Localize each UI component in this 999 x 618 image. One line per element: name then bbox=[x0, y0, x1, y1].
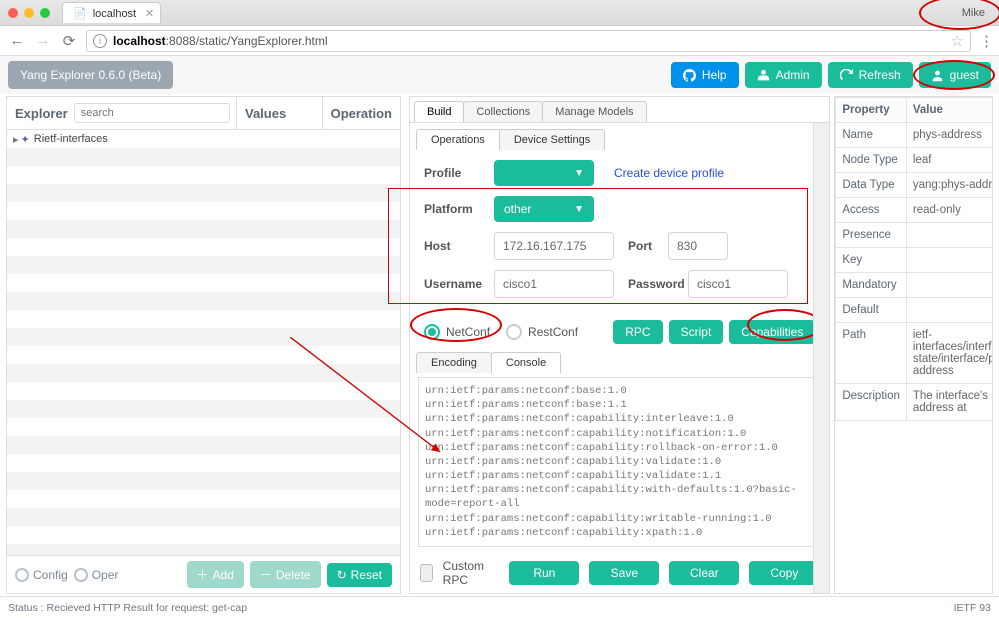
oper-radio[interactable]: Oper bbox=[74, 568, 119, 582]
window-controls[interactable] bbox=[8, 8, 50, 18]
add-button[interactable]: ＋Add bbox=[187, 561, 244, 588]
annotation-circle-guest-overlay bbox=[913, 60, 995, 90]
refresh-button[interactable]: Refresh bbox=[828, 62, 913, 88]
subtab-device-settings[interactable]: Device Settings bbox=[499, 129, 605, 150]
restconf-radio[interactable]: RestConf bbox=[506, 324, 578, 340]
minus-icon: － bbox=[260, 566, 272, 583]
site-info-icon[interactable]: i bbox=[93, 34, 107, 48]
save-button[interactable]: Save bbox=[589, 561, 659, 585]
tree-node-label: Rietf-interfaces bbox=[34, 133, 108, 145]
admin-button[interactable]: Admin bbox=[745, 62, 822, 88]
page-icon: 📄 bbox=[73, 7, 87, 20]
chrome-menu-icon[interactable]: ⋮ bbox=[979, 32, 991, 50]
explorer-heading: Explorer bbox=[15, 106, 68, 121]
clear-button[interactable]: Clear bbox=[669, 561, 739, 585]
module-icon: ✦ bbox=[21, 133, 30, 146]
console-output[interactable]: urn:ietf:params:netconf:base:1.0 urn:iet… bbox=[418, 377, 821, 547]
refresh-icon bbox=[840, 69, 853, 82]
table-row: Namephys-address bbox=[836, 123, 993, 148]
browser-tab[interactable]: 📄 localhost ✕ bbox=[62, 2, 161, 23]
annotation-circle-capabilities bbox=[747, 309, 823, 341]
close-tab-icon[interactable]: ✕ bbox=[145, 7, 154, 20]
url-path: :8088/static/YangExplorer.html bbox=[166, 34, 328, 48]
table-row: Accessread-only bbox=[836, 198, 993, 223]
console-tab[interactable]: Console bbox=[491, 352, 561, 373]
rpc-button[interactable]: RPC bbox=[613, 320, 662, 344]
create-profile-link[interactable]: Create device profile bbox=[614, 166, 724, 180]
delete-button[interactable]: －Delete bbox=[250, 561, 321, 588]
subtab-operations[interactable]: Operations bbox=[416, 129, 500, 150]
oper-label: Oper bbox=[92, 568, 119, 582]
run-button[interactable]: Run bbox=[509, 561, 579, 585]
custom-rpc-checkbox[interactable] bbox=[420, 564, 433, 582]
search-input[interactable] bbox=[74, 103, 230, 123]
help-label: Help bbox=[702, 68, 727, 82]
tab-manage-models[interactable]: Manage Models bbox=[542, 101, 646, 122]
url-host: localhost bbox=[113, 34, 166, 48]
tab-build[interactable]: Build bbox=[414, 101, 464, 122]
explorer-panel: Explorer Values Operation ▸ ✦ Rietf-inte… bbox=[6, 96, 401, 594]
table-row: Presence bbox=[836, 223, 993, 248]
caret-down-icon: ▼ bbox=[574, 168, 584, 179]
annotation-circle-netconf bbox=[410, 308, 502, 342]
github-icon bbox=[683, 69, 696, 82]
property-header: Property bbox=[836, 98, 907, 123]
forward-icon: → bbox=[34, 32, 52, 49]
table-row: Mandatory bbox=[836, 273, 993, 298]
app-title-badge: Yang Explorer 0.6.0 (Beta) bbox=[8, 61, 173, 89]
address-bar[interactable]: i localhost:8088/static/YangExplorer.htm… bbox=[86, 30, 971, 52]
build-panel: Build Collections Manage Models Operatio… bbox=[409, 96, 830, 594]
value-header: Value bbox=[906, 98, 993, 123]
profile-label: Profile bbox=[424, 166, 494, 180]
table-row: Data Typeyang:phys-address bbox=[836, 173, 993, 198]
config-label: Config bbox=[33, 568, 68, 582]
copy-button[interactable]: Copy bbox=[749, 561, 819, 585]
reset-icon: ↻ bbox=[337, 568, 347, 582]
maximize-window-icon[interactable] bbox=[40, 8, 50, 18]
status-text: Status : Recieved HTTP Result for reques… bbox=[8, 602, 247, 614]
custom-rpc-label: Custom RPC bbox=[443, 559, 490, 587]
table-row: Pathietf-interfaces/interfaces-state/int… bbox=[836, 323, 993, 384]
admin-label: Admin bbox=[776, 68, 810, 82]
operation-heading: Operation bbox=[323, 97, 400, 129]
close-window-icon[interactable] bbox=[8, 8, 18, 18]
tab-collections[interactable]: Collections bbox=[463, 101, 543, 122]
help-button[interactable]: Help bbox=[671, 62, 739, 88]
refresh-label: Refresh bbox=[859, 68, 901, 82]
back-icon[interactable]: ← bbox=[8, 32, 26, 49]
encoding-tab[interactable]: Encoding bbox=[416, 352, 492, 373]
users-icon bbox=[757, 69, 770, 82]
reset-button[interactable]: ↻Reset bbox=[327, 563, 392, 587]
annotation-rect-connection bbox=[388, 188, 808, 304]
profile-select[interactable]: ▼ bbox=[494, 160, 594, 186]
table-row: DescriptionThe interface's address at bbox=[836, 384, 993, 421]
script-button[interactable]: Script bbox=[669, 320, 724, 344]
minimize-window-icon[interactable] bbox=[24, 8, 34, 18]
config-radio[interactable]: Config bbox=[15, 568, 68, 582]
chevron-right-icon: ▸ bbox=[13, 133, 19, 146]
table-row: Key bbox=[836, 248, 993, 273]
property-panel: PropertyValue Namephys-address Node Type… bbox=[834, 96, 993, 594]
table-row: Default bbox=[836, 298, 993, 323]
status-right: IETF 93 bbox=[954, 602, 991, 614]
reload-icon[interactable]: ⟳ bbox=[60, 32, 78, 50]
table-row: Node Typeleaf bbox=[836, 148, 993, 173]
tree-node-ietf-interfaces[interactable]: ▸ ✦ Rietf-interfaces bbox=[7, 130, 400, 148]
scrollbar-vertical[interactable] bbox=[813, 123, 829, 593]
bookmark-star-icon[interactable]: ☆ bbox=[951, 32, 964, 50]
values-heading: Values bbox=[237, 97, 323, 129]
plus-icon: ＋ bbox=[197, 566, 209, 583]
tab-title: localhost bbox=[93, 8, 136, 20]
